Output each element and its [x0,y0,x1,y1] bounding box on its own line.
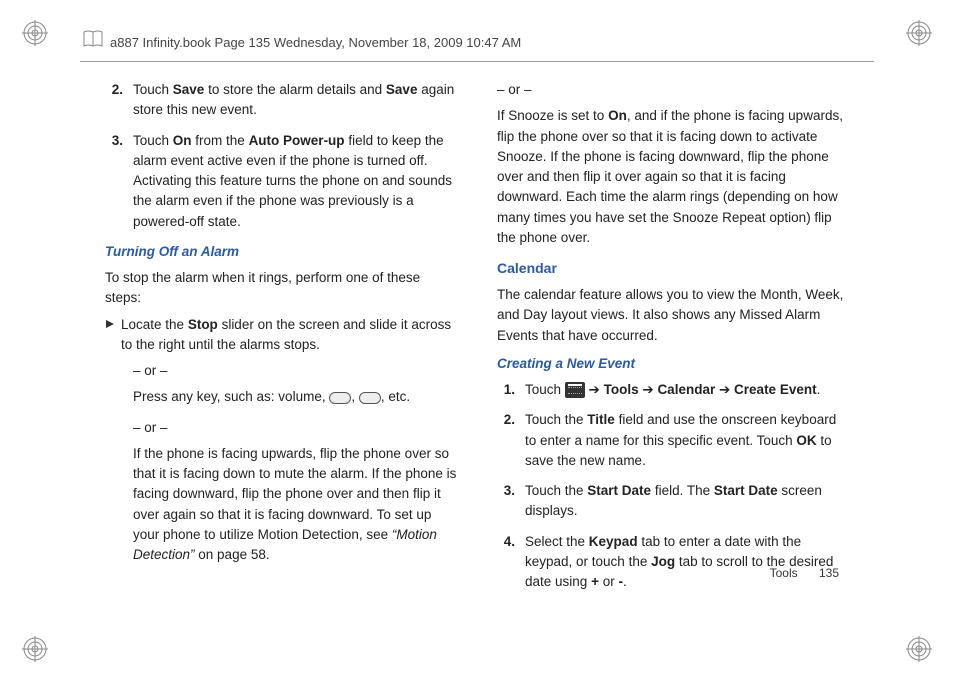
reg-mark-bl [22,636,48,662]
key-icon [359,392,381,404]
step-text: Touch Save to store the alarm details an… [133,80,457,121]
step-text: Touch the Start Date field. The Start Da… [525,481,849,522]
menu-icon [565,382,585,398]
reg-mark-br [906,636,932,662]
left-column: 2. Touch Save to store the alarm details… [105,80,457,582]
snooze-text: If Snooze is set to On, and if the phone… [497,106,849,248]
cal-step-3: 3. Touch the Start Date field. The Start… [497,481,849,522]
subhead-calendar: Calendar [497,258,849,279]
subhead-creating-event: Creating a New Event [497,354,849,374]
intro-text: To stop the alarm when it rings, perform… [105,268,457,309]
step-3: 3. Touch On from the Auto Power-up field… [105,131,457,232]
step-number: 3. [497,481,525,522]
page-header: a887 Infinity.book Page 135 Wednesday, N… [110,35,521,50]
step-number: 4. [497,532,525,593]
step-number: 2. [105,80,133,121]
step-number: 1. [497,380,525,400]
step-text: Touch the Title field and use the onscre… [525,410,849,471]
cal-step-4: 4. Select the Keypad tab to enter a date… [497,532,849,593]
or-separator: – or – [497,80,849,100]
triangle-bullet-icon [105,315,121,356]
cal-step-2: 2. Touch the Title field and use the ons… [497,410,849,471]
page-footer: Tools 135 [770,566,839,580]
subhead-turning-off-alarm: Turning Off an Alarm [105,242,457,262]
or-separator: – or – [133,418,457,438]
footer-section: Tools [770,566,798,580]
step-text: Touch ➔ Tools ➔ Calendar ➔ Create Event. [525,380,849,400]
calendar-body: The calendar feature allows you to view … [497,285,849,346]
cal-step-1: 1. Touch ➔ Tools ➔ Calendar ➔ Create Eve… [497,380,849,400]
book-icon [82,28,104,55]
key-icon [329,392,351,404]
step-text: Select the Keypad tab to enter a date wi… [525,532,849,593]
reg-mark-tr [906,20,932,46]
page-content: 2. Touch Save to store the alarm details… [105,80,849,582]
flip-phone-text: If the phone is facing upwards, flip the… [105,444,457,566]
or-separator: – or – [133,361,457,381]
bullet-locate-stop: Locate the Stop slider on the screen and… [105,315,457,356]
right-column: – or – If Snooze is set to On, and if th… [497,80,849,582]
step-text: Touch On from the Auto Power-up field to… [133,131,457,232]
footer-page-number: 135 [819,566,839,580]
step-number: 2. [497,410,525,471]
reg-mark-tl [22,20,48,46]
step-number: 3. [105,131,133,232]
step-2: 2. Touch Save to store the alarm details… [105,80,457,121]
press-any-key: Press any key, such as: volume, , , etc. [105,387,457,407]
